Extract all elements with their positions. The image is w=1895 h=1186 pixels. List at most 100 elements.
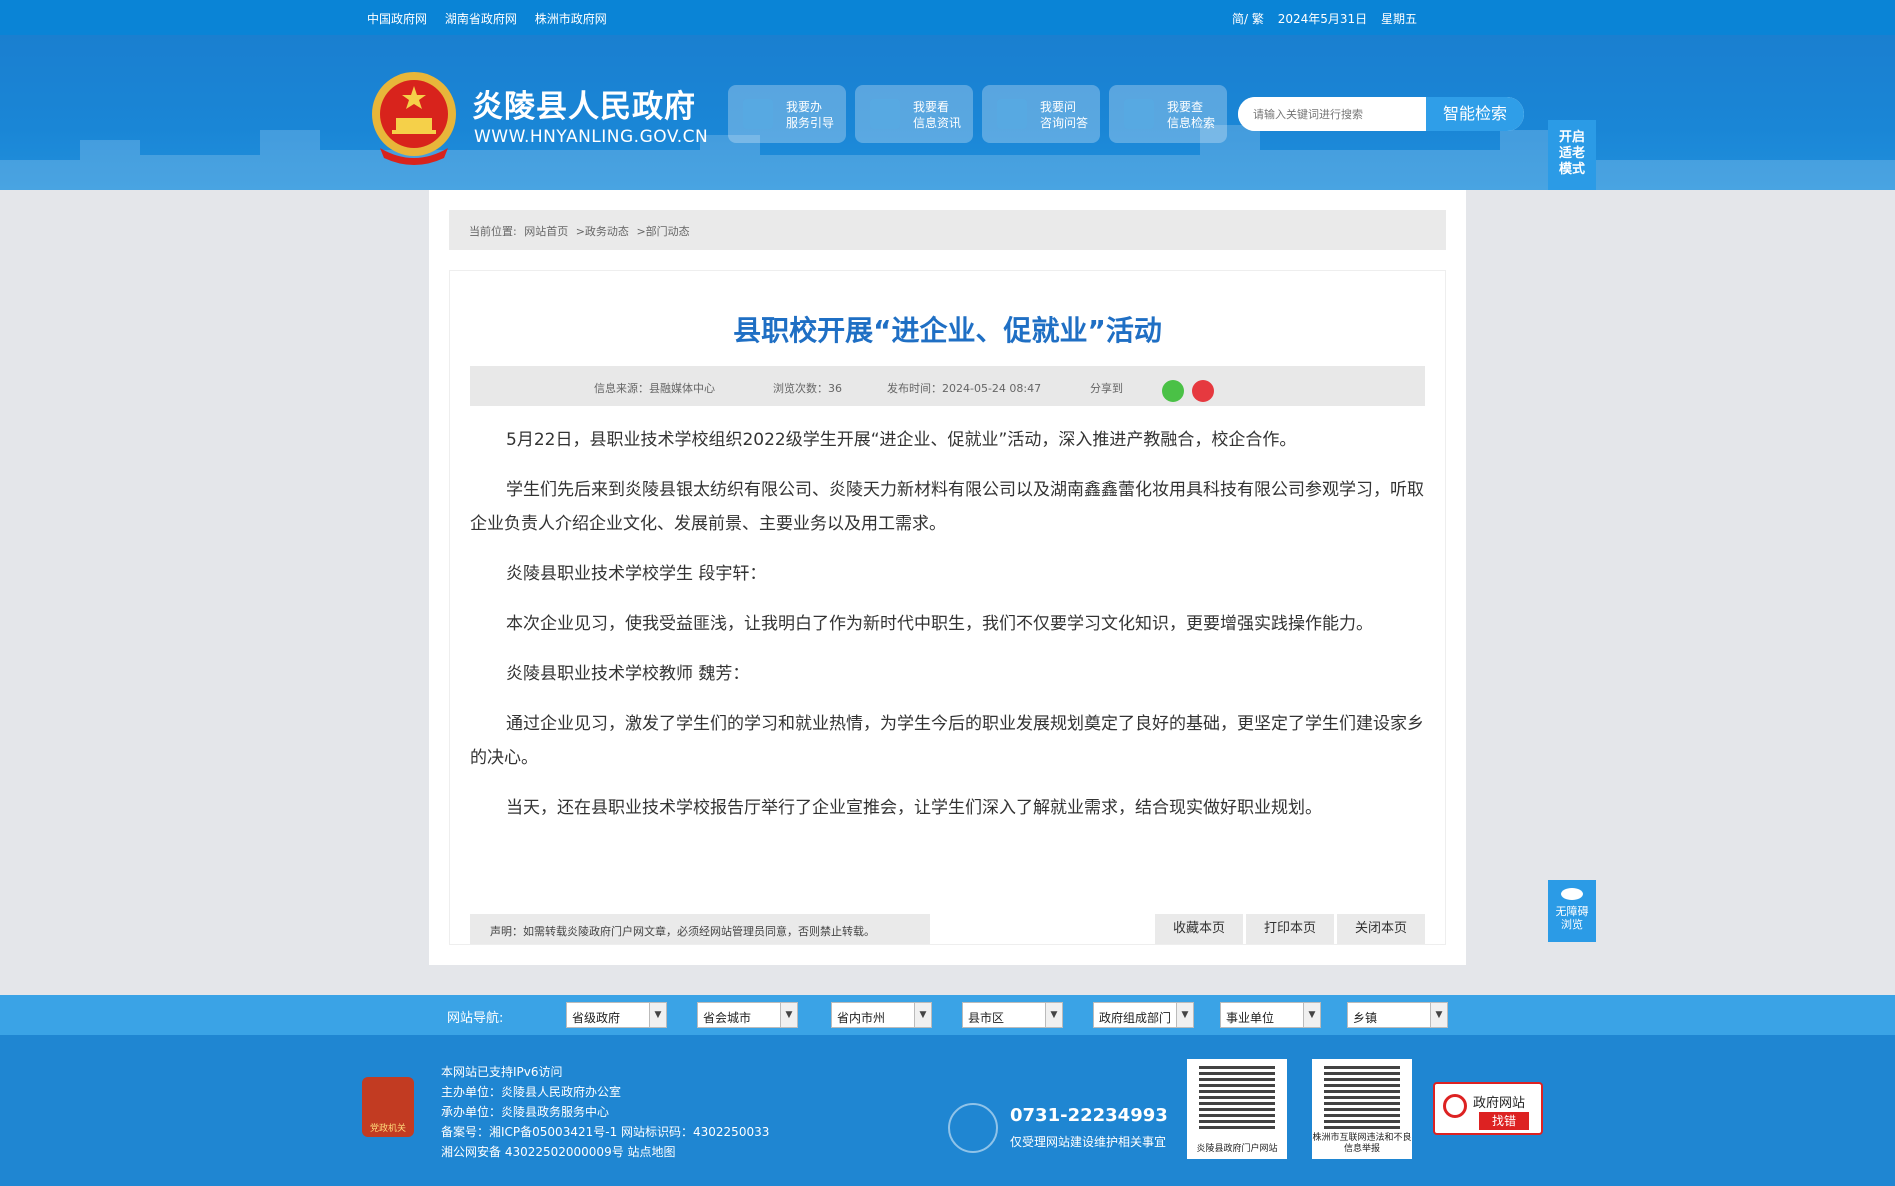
eye-icon	[1561, 888, 1583, 900]
search-icon	[1124, 99, 1154, 129]
breadcrumb-home[interactable]: 网站首页	[524, 225, 568, 238]
chevron-down-icon: ▼	[1045, 1003, 1062, 1027]
site-name[interactable]: 炎陵县人民政府	[472, 81, 696, 126]
info-search-button[interactable]: 我要查 信息检索	[1109, 85, 1227, 143]
main-panel: 当前位置: 网站首页 >政务动态 >部门动态 县职校开展“进企业、促就业”活动 …	[429, 190, 1466, 965]
phone-icon	[948, 1103, 998, 1153]
chevron-down-icon: ▼	[649, 1003, 666, 1027]
eye-icon	[870, 99, 900, 129]
select-counties[interactable]: 县市区 ▼	[962, 1002, 1063, 1028]
article-source: 信息来源：县融媒体中心	[594, 382, 715, 395]
article-views: 浏览次数：36	[773, 382, 842, 395]
accessibility-sublabel: 浏览	[1561, 918, 1583, 931]
paragraph: 本次企业见习，使我受益匪浅，让我明白了作为新时代中职生，我们不仅要学习文化知识，…	[506, 614, 1373, 634]
info-news-button[interactable]: 我要看 信息资讯	[855, 85, 973, 143]
consult-qa-button[interactable]: 我要问 咨询问答	[982, 85, 1100, 143]
button-sublabel: 咨询问答	[1040, 116, 1089, 130]
site-footer: 党政机关 本网站已支持IPv6访问 主办单位：炎陵县人民政府办公室 承办单位：炎…	[0, 1035, 1895, 1186]
close-page-button[interactable]: 关闭本页	[1337, 914, 1425, 944]
site-nav-bar: 网站导航: 省级政府 ▼ 省会城市 ▼ 省内市州 ▼ 县市区 ▼ 政府组成部门 …	[0, 995, 1895, 1035]
chevron-down-icon: ▼	[1430, 1003, 1447, 1027]
qr-caption: 炎陵县政府门户网站	[1196, 1144, 1278, 1154]
organizer-unit: 承办单位：炎陵县政务服务中心	[441, 1105, 610, 1119]
print-button[interactable]: 打印本页	[1246, 914, 1334, 944]
lang-switch[interactable]: 简/ 繁	[1232, 12, 1264, 26]
article-date: 发布时间：2024-05-24 08:47	[887, 382, 1042, 395]
article-footer: 声明：如需转载炎陵政府门户网文章，必须经网站管理员同意，否则禁止转载。 收藏本页…	[470, 914, 1425, 944]
qr-code-icon	[1199, 1065, 1275, 1129]
search-input[interactable]	[1238, 97, 1426, 131]
select-provincial-gov[interactable]: 省级政府 ▼	[566, 1002, 667, 1028]
select-value: 省会城市	[703, 1011, 752, 1025]
select-value: 省内市州	[837, 1011, 886, 1025]
paragraph: 炎陵县职业技术学校教师 魏芳：	[506, 664, 750, 684]
share-label: 分享到	[1090, 382, 1123, 395]
footer-info: 本网站已支持IPv6访问 主办单位：炎陵县人民政府办公室 承办单位：炎陵县政务服…	[441, 1062, 769, 1162]
breadcrumb-label: 当前位置:	[469, 225, 517, 238]
select-public-institutions[interactable]: 事业单位 ▼	[1220, 1002, 1321, 1028]
top-link-gov[interactable]: 中国政府网	[367, 12, 427, 26]
article-content: 5月22日，县职业技术学校组织2022级学生开展“进企业、促就业”活动，深入推进…	[470, 423, 1425, 841]
button-sublabel: 信息检索	[1167, 116, 1216, 130]
wechat-icon[interactable]	[1162, 380, 1184, 402]
select-prefectures[interactable]: 省内市州 ▼	[831, 1002, 932, 1028]
qr-code-portal: 炎陵县政府门户网站	[1187, 1059, 1287, 1159]
search-box: 智能检索	[1238, 97, 1524, 131]
select-value: 乡镇	[1353, 1011, 1378, 1025]
weibo-icon[interactable]	[1192, 380, 1214, 402]
button-sublabel: 服务引导	[786, 116, 835, 130]
top-right: 简/ 繁 2024年5月31日 星期五	[1232, 10, 1427, 27]
top-link-zhuzhou[interactable]: 株洲市政府网	[535, 12, 607, 26]
report-error-button[interactable]: 政府网站 找错	[1433, 1082, 1543, 1135]
qr-code-icon	[1324, 1065, 1400, 1129]
elder-mode-button[interactable]: 开启适老模式	[1548, 120, 1596, 190]
accessibility-label: 无障碍	[1555, 905, 1589, 918]
copyright-statement: 声明：如需转载炎陵政府门户网文章，必须经网站管理员同意，否则禁止转载。	[470, 914, 930, 944]
magnifier-icon	[1443, 1094, 1467, 1118]
select-towns[interactable]: 乡镇 ▼	[1347, 1002, 1448, 1028]
breadcrumb: 当前位置: 网站首页 >政务动态 >部门动态	[449, 210, 1446, 250]
select-value: 县市区	[968, 1011, 1005, 1025]
paragraph: 炎陵县职业技术学校学生 段宇轩：	[506, 564, 767, 584]
party-gov-badge-icon[interactable]: 党政机关	[362, 1077, 414, 1137]
chevron-down-icon: ▼	[914, 1003, 931, 1027]
report-title: 政府网站	[1473, 1096, 1526, 1111]
badge-label: 党政机关	[369, 1124, 406, 1134]
article-meta: 信息来源：县融媒体中心 浏览次数：36 发布时间：2024-05-24 08:4…	[470, 366, 1425, 406]
chevron-down-icon: ▼	[1176, 1003, 1193, 1027]
service-guide-button[interactable]: 我要办 服务引导	[728, 85, 846, 143]
select-capital-cities[interactable]: 省会城市 ▼	[697, 1002, 798, 1028]
document-icon	[743, 99, 773, 129]
site-url: WWW.HNYANLING.GOV.CN	[474, 127, 709, 147]
top-link-hunan[interactable]: 湖南省政府网	[445, 12, 517, 26]
select-value: 省级政府	[572, 1011, 621, 1025]
button-label: 我要查	[1167, 100, 1204, 114]
button-label: 我要看	[913, 100, 950, 114]
icp-record[interactable]: 备案号：湘ICP备05003421号-1 网站标识码：4302250033	[441, 1122, 769, 1142]
qr-caption: 株洲市互联网违法和不良信息举报	[1312, 1133, 1412, 1154]
accessibility-button[interactable]: 无障碍 浏览	[1548, 880, 1596, 942]
select-gov-departments[interactable]: 政府组成部门 ▼	[1093, 1002, 1194, 1028]
breadcrumb-news[interactable]: >政务动态	[576, 225, 629, 238]
top-links: 中国政府网 湖南省政府网 株洲市政府网	[367, 10, 621, 27]
button-sublabel: 信息资讯	[913, 116, 962, 130]
contact-phone: 0731-22234993	[1010, 1105, 1168, 1126]
paragraph: 当天，还在县职业技术学校报告厅举行了企业宣推会，让学生们深入了解就业需求，结合现…	[506, 798, 1322, 818]
question-icon	[997, 99, 1027, 129]
qr-code-report: 株洲市互联网违法和不良信息举报	[1312, 1059, 1412, 1159]
elder-mode-label: 开启适老模式	[1558, 130, 1585, 177]
bookmark-button[interactable]: 收藏本页	[1155, 914, 1243, 944]
police-record[interactable]: 湘公网安备 43022502000009号 站点地图	[441, 1142, 769, 1162]
article-title: 县职校开展“进企业、促就业”活动	[733, 314, 1162, 347]
national-emblem-icon	[372, 72, 456, 165]
smart-search-button[interactable]: 智能检索	[1426, 97, 1524, 131]
button-label: 我要问	[1040, 100, 1077, 114]
site-header: 炎陵县人民政府 WWW.HNYANLING.GOV.CN 我要办 服务引导 我要…	[0, 35, 1895, 190]
paragraph: 5月22日，县职业技术学校组织2022级学生开展“进企业、促就业”活动，深入推进…	[506, 430, 1297, 450]
breadcrumb-dept[interactable]: >部门动态	[636, 225, 689, 238]
select-value: 政府组成部门	[1099, 1011, 1172, 1025]
chevron-down-icon: ▼	[1303, 1003, 1320, 1027]
contact-note: 仅受理网站建设维护相关事宜	[1010, 1135, 1167, 1149]
current-date: 2024年5月31日	[1277, 12, 1368, 26]
chevron-down-icon: ▼	[780, 1003, 797, 1027]
